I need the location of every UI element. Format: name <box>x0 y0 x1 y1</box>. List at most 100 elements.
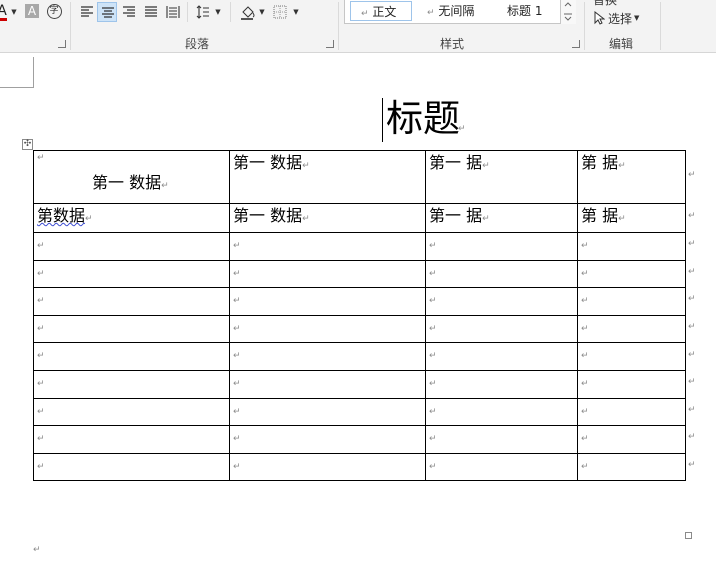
table-cell[interactable]: ↵ <box>33 287 230 316</box>
cell-end-mark: ↵ <box>233 406 241 417</box>
cell-end-mark: ↵ <box>429 406 437 417</box>
table-cell[interactable]: ↵ <box>425 452 578 482</box>
row-end-mark: ↵ <box>688 239 696 250</box>
enclose-characters-button[interactable]: 字 <box>46 3 62 19</box>
table-row: ↵ ↵ ↵ ↵ <box>33 425 686 454</box>
table-cell[interactable]: ↵ <box>425 369 578 399</box>
table-cell[interactable]: ↵ <box>577 232 686 261</box>
style-normal-label: 正文 <box>372 5 397 19</box>
align-center-button[interactable] <box>97 2 117 22</box>
select-button[interactable]: 选择 ▼ <box>593 9 649 27</box>
font-dialog-launcher-icon[interactable] <box>58 40 66 48</box>
table-cell[interactable]: ↵ <box>425 342 578 371</box>
cell-end-mark: ↵ <box>581 434 589 445</box>
table-cell[interactable]: ↵ <box>577 369 686 399</box>
table-cell[interactable]: ↵ <box>577 342 686 371</box>
cell-end-mark: ↵ <box>581 323 589 334</box>
cell-text: 第数据 <box>37 206 86 225</box>
editing-group-label: 编辑 <box>609 37 634 51</box>
font-color-dropdown-icon[interactable]: ▼ <box>10 4 18 20</box>
cell-end-mark: ↵ <box>581 406 589 417</box>
table-cell[interactable]: ↵ <box>577 259 686 289</box>
table-cell[interactable]: ↵ <box>229 287 426 316</box>
styles-gallery: ↵ 正文 ↵ 无间隔 标题 1 <box>344 0 576 24</box>
table-resize-handle[interactable] <box>685 532 692 539</box>
table-cell[interactable]: 第 据↵ <box>577 150 686 204</box>
table-cell[interactable]: ↵ <box>425 397 578 427</box>
table-cell[interactable]: ↵ <box>33 342 230 371</box>
table-row: ↵ ↵ ↵ ↵ <box>33 452 686 482</box>
cell-end-mark: ↵ <box>581 296 589 307</box>
table-cell[interactable]: ↵ <box>33 232 230 261</box>
table-cell[interactable]: 第数据↵ <box>33 203 230 233</box>
cell-end-mark: ↵ <box>37 378 45 389</box>
table-cell[interactable]: ↵ <box>425 287 578 316</box>
shading-button[interactable] <box>237 2 257 22</box>
table-cell[interactable]: ↵ <box>577 314 686 344</box>
align-left-button[interactable] <box>77 2 97 22</box>
table-row: ↵ ↵ ↵ ↵ <box>33 342 686 371</box>
character-shading-button[interactable]: A <box>24 3 40 19</box>
table-cell[interactable]: ↵ <box>229 232 426 261</box>
line-spacing-button[interactable] <box>193 2 213 22</box>
cell-end-mark: ↵ <box>581 461 589 472</box>
table-cell[interactable]: ↵ <box>229 259 426 289</box>
cell-end-mark: ↵ <box>37 296 45 307</box>
table-row: ↵ ↵ ↵ ↵ <box>33 232 686 261</box>
table-cell[interactable]: ↵ <box>33 425 230 454</box>
table-cell[interactable]: ↵ <box>425 232 578 261</box>
table-cell[interactable]: ↵ <box>33 314 230 344</box>
align-right-button[interactable] <box>119 2 139 22</box>
table-cell[interactable]: ↵ <box>229 425 426 454</box>
replace-button[interactable]: 替换 <box>593 0 633 6</box>
table-cell[interactable]: ↵ <box>577 452 686 482</box>
align-right-icon <box>123 6 135 17</box>
row-end-mark: ↵ <box>688 349 696 360</box>
cell-end-mark: ↵ <box>429 268 437 279</box>
style-normal[interactable]: ↵ 正文 <box>350 1 412 21</box>
cell-end-mark: ↵ <box>618 214 626 224</box>
table-cell[interactable]: ↵ <box>229 397 426 427</box>
table-cell[interactable]: ↵ <box>229 452 426 482</box>
replace-label: 替换 <box>593 0 617 6</box>
font-color-button[interactable]: A <box>0 2 8 22</box>
style-no-spacing[interactable]: ↵ 无间隔 <box>427 1 497 21</box>
table-cell[interactable]: 第一 据↵ <box>425 150 578 204</box>
table-cell[interactable]: ↵ <box>577 287 686 316</box>
table-cell[interactable]: ↵ <box>33 397 230 427</box>
table-cell[interactable]: ↵ <box>425 314 578 344</box>
table-cell[interactable]: 第一 数据↵ <box>229 150 426 204</box>
table-cell[interactable]: ↵ <box>229 369 426 399</box>
cell-end-mark: ↵ <box>233 461 241 472</box>
table-cell[interactable]: ↵ <box>229 342 426 371</box>
styles-dialog-launcher-icon[interactable] <box>572 40 580 48</box>
table-cell[interactable]: ↵ <box>229 314 426 344</box>
styles-gallery-more-button[interactable] <box>560 0 576 24</box>
table-cell[interactable]: 第一 数据↵ <box>229 203 426 233</box>
borders-dropdown-icon[interactable]: ▼ <box>292 6 300 18</box>
table-cell[interactable]: ↵ 第一 数据↵ <box>33 150 230 204</box>
distributed-align-button[interactable] <box>163 2 183 22</box>
cell-end-mark: ↵ <box>302 161 310 171</box>
table-cell[interactable]: ↵ <box>33 452 230 482</box>
table-cell[interactable]: ↵ <box>577 425 686 454</box>
table-move-handle-icon[interactable]: ✣ <box>22 139 33 150</box>
table-cell[interactable]: ↵ <box>425 259 578 289</box>
table-cell[interactable]: ↵ <box>33 259 230 289</box>
justify-button[interactable] <box>141 2 161 22</box>
table-row: 第数据↵ 第一 数据↵ 第一 据↵ 第 据↵ <box>33 203 686 233</box>
table-cell[interactable]: ↵ <box>33 369 230 399</box>
shading-dropdown-icon[interactable]: ▼ <box>258 6 266 18</box>
select-label: 选择 <box>608 11 633 26</box>
line-spacing-dropdown-icon[interactable]: ▼ <box>214 6 222 18</box>
cell-end-mark: ↵ <box>482 161 490 171</box>
table-cell[interactable]: 第 据↵ <box>577 203 686 233</box>
table-cell[interactable]: ↵ <box>425 425 578 454</box>
cell-end-mark: ↵ <box>302 214 310 224</box>
style-heading-1[interactable]: 标题 1 <box>507 1 567 21</box>
table-cell[interactable]: 第一 据↵ <box>425 203 578 233</box>
distributed-align-icon <box>166 6 180 18</box>
borders-button[interactable] <box>270 2 290 22</box>
paragraph-dialog-launcher-icon[interactable] <box>326 40 334 48</box>
table-cell[interactable]: ↵ <box>577 397 686 427</box>
